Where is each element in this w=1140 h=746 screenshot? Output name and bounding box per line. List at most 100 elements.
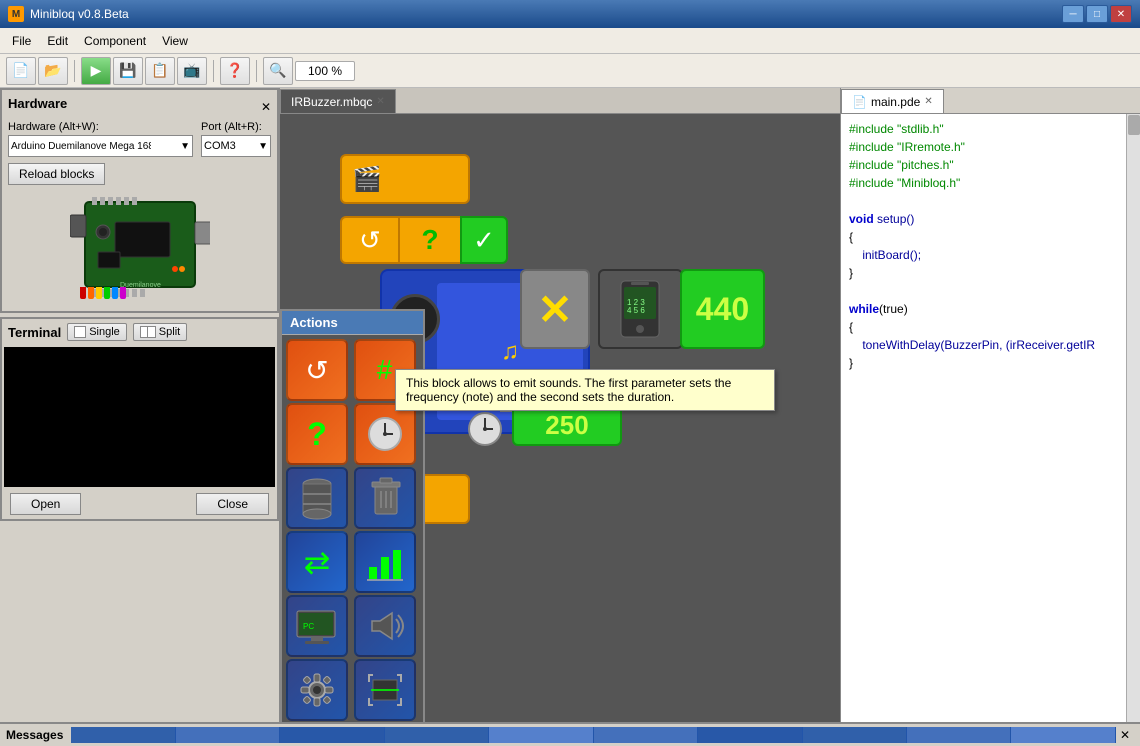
phone-svg: 1 2 3 4 5 6 <box>613 279 668 339</box>
terminal-header: Terminal Single Split <box>2 319 277 345</box>
film-icon: 🎬 <box>352 165 382 194</box>
code-line-4: #include "Minibloq.h" <box>849 174 1118 192</box>
code-line-13: toneWithDelay(BuzzerPin, (irReceiver.get… <box>849 336 1118 354</box>
gear-icon <box>297 670 337 710</box>
horn-icon <box>364 607 406 645</box>
tab-main-pde-close[interactable]: ✕ <box>924 96 932 107</box>
split-view-button[interactable]: Split <box>133 323 187 341</box>
action-screen-button[interactable]: PC <box>286 595 348 657</box>
tab-main-pde[interactable]: 📄 main.pde ✕ <box>841 89 944 113</box>
code-line-8: initBoard(); <box>849 246 1118 264</box>
status-close-button[interactable]: ✕ <box>1116 728 1134 742</box>
action-refresh-icon: ↺ <box>305 354 328 387</box>
action-question-button[interactable]: ? <box>286 403 348 465</box>
scrollbar-thumb[interactable] <box>1128 115 1140 135</box>
port-select[interactable]: COM3 ▼ <box>201 135 271 157</box>
terminal-close-button[interactable]: Close <box>196 493 269 515</box>
reload-blocks-button[interactable]: Reload blocks <box>8 163 105 185</box>
block-clock[interactable] <box>465 409 505 449</box>
code-area[interactable]: #include "stdlib.h" #include "IRremote.h… <box>841 114 1126 722</box>
block-phone[interactable]: 1 2 3 4 5 6 <box>598 269 683 349</box>
hardware-panel-title: Hardware <box>8 96 67 111</box>
copy-button[interactable]: 📋 <box>145 57 175 85</box>
tab-irbuzzer[interactable]: IRBuzzer.mbqc ✕ <box>280 89 396 113</box>
chart-icon <box>365 542 405 582</box>
action-refresh-q-button[interactable]: ↺ <box>286 339 348 401</box>
music-note-icon: ♫ <box>501 338 519 366</box>
refresh-small-icon: ↺ <box>359 225 381 256</box>
open-button[interactable]: 📂 <box>38 57 68 85</box>
action-trash-button[interactable] <box>354 467 416 529</box>
messages-label: Messages <box>6 728 63 742</box>
code-line-12: { <box>849 318 1118 336</box>
zoom-level: 100 % <box>295 61 355 81</box>
minimize-button[interactable]: ─ <box>1062 5 1084 23</box>
port-select-col: Port (Alt+R): COM3 ▼ <box>201 121 271 157</box>
menu-view[interactable]: View <box>154 32 196 50</box>
trash-icon <box>367 476 403 520</box>
action-gear-button[interactable] <box>286 659 348 721</box>
action-question-icon: ? <box>307 416 327 453</box>
terminal-actions: Open Close <box>2 489 277 519</box>
action-arrows-button[interactable]: ⇄ <box>286 531 348 593</box>
block-row-2: ↺ ? ✓ <box>340 216 508 264</box>
action-scanner-button[interactable] <box>354 659 416 721</box>
file-icon: 📄 <box>852 95 867 109</box>
value-440: 440 <box>696 291 749 328</box>
block-multiply[interactable]: ✕ <box>520 269 590 349</box>
left-panel: Hardware ✕ Hardware (Alt+W): Arduino Due… <box>0 88 280 722</box>
terminal-open-button[interactable]: Open <box>10 493 81 515</box>
multiply-x-icon: ✕ <box>537 285 572 334</box>
menu-file[interactable]: File <box>4 32 39 50</box>
window-controls[interactable]: ─ □ ✕ <box>1062 5 1132 23</box>
block-film[interactable]: 🎬 <box>340 154 470 204</box>
toolbar-separator-3 <box>256 60 257 82</box>
tab-irbuzzer-close[interactable]: ✕ <box>376 96 384 107</box>
hardware-select-col: Hardware (Alt+W): Arduino Duemilanove Me… <box>8 121 193 157</box>
code-line-6: void setup() <box>849 210 1118 228</box>
ticker-seg-1 <box>71 727 175 743</box>
arduino-image: Duemilanove <box>8 189 271 305</box>
zoom-in-button[interactable]: 🔍 <box>263 57 293 85</box>
ticker-seg-6 <box>594 727 698 743</box>
block-refresh-small[interactable]: ↺ <box>340 216 400 264</box>
code-setup: setup() <box>877 212 914 226</box>
menu-component[interactable]: Component <box>76 32 154 50</box>
block-check[interactable]: ✓ <box>460 216 508 264</box>
code-line-7: { <box>849 228 1118 246</box>
new-button[interactable]: 📄 <box>6 57 36 85</box>
toolbar: 📄 📂 ▶ 💾 📋 📺 ❓ 🔍 100 % <box>0 54 1140 88</box>
code-include-4: #include "Minibloq.h" <box>849 176 960 190</box>
right-panel: 📄 main.pde ✕ #include "stdlib.h" #includ… <box>840 88 1140 722</box>
maximize-button[interactable]: □ <box>1086 5 1108 23</box>
ticker-seg-7 <box>698 727 802 743</box>
monitor-button[interactable]: 📺 <box>177 57 207 85</box>
action-horn-button[interactable] <box>354 595 416 657</box>
canvas-tab-bar: IRBuzzer.mbqc ✕ <box>280 88 840 114</box>
scanner-icon <box>363 670 407 710</box>
menu-edit[interactable]: Edit <box>39 32 76 50</box>
run-button[interactable]: ▶ <box>81 57 111 85</box>
action-chart-button[interactable] <box>354 531 416 593</box>
menu-bar: File Edit Component View <box>0 28 1140 54</box>
code-line-5 <box>849 192 1118 210</box>
hardware-select[interactable]: Arduino Duemilanove Mega 168 ▼ <box>8 135 193 157</box>
scrollbar[interactable] <box>1126 114 1140 722</box>
canvas-area[interactable]: 🎬 ↺ ? ✓ ⬆ ♫ <box>280 114 840 722</box>
block-question[interactable]: ? <box>400 216 460 264</box>
help-button[interactable]: ❓ <box>220 57 250 85</box>
status-ticker <box>71 727 1116 743</box>
arduino-svg: Duemilanove <box>70 197 210 297</box>
actions-header: Actions <box>282 311 423 335</box>
single-view-button[interactable]: Single <box>67 323 127 341</box>
hardware-panel-close[interactable]: ✕ <box>261 100 271 114</box>
action-clock-button[interactable] <box>354 403 416 465</box>
ticker-seg-3 <box>280 727 384 743</box>
tooltip-text: This block allows to emit sounds. The fi… <box>406 376 731 404</box>
save-button[interactable]: 💾 <box>113 57 143 85</box>
code-include-1: #include "stdlib.h" <box>849 122 944 136</box>
action-barrel-button[interactable] <box>286 467 348 529</box>
code-panel-wrapper: #include "stdlib.h" #include "IRremote.h… <box>841 114 1140 722</box>
close-button[interactable]: ✕ <box>1110 5 1132 23</box>
block-440[interactable]: 440 <box>680 269 765 349</box>
